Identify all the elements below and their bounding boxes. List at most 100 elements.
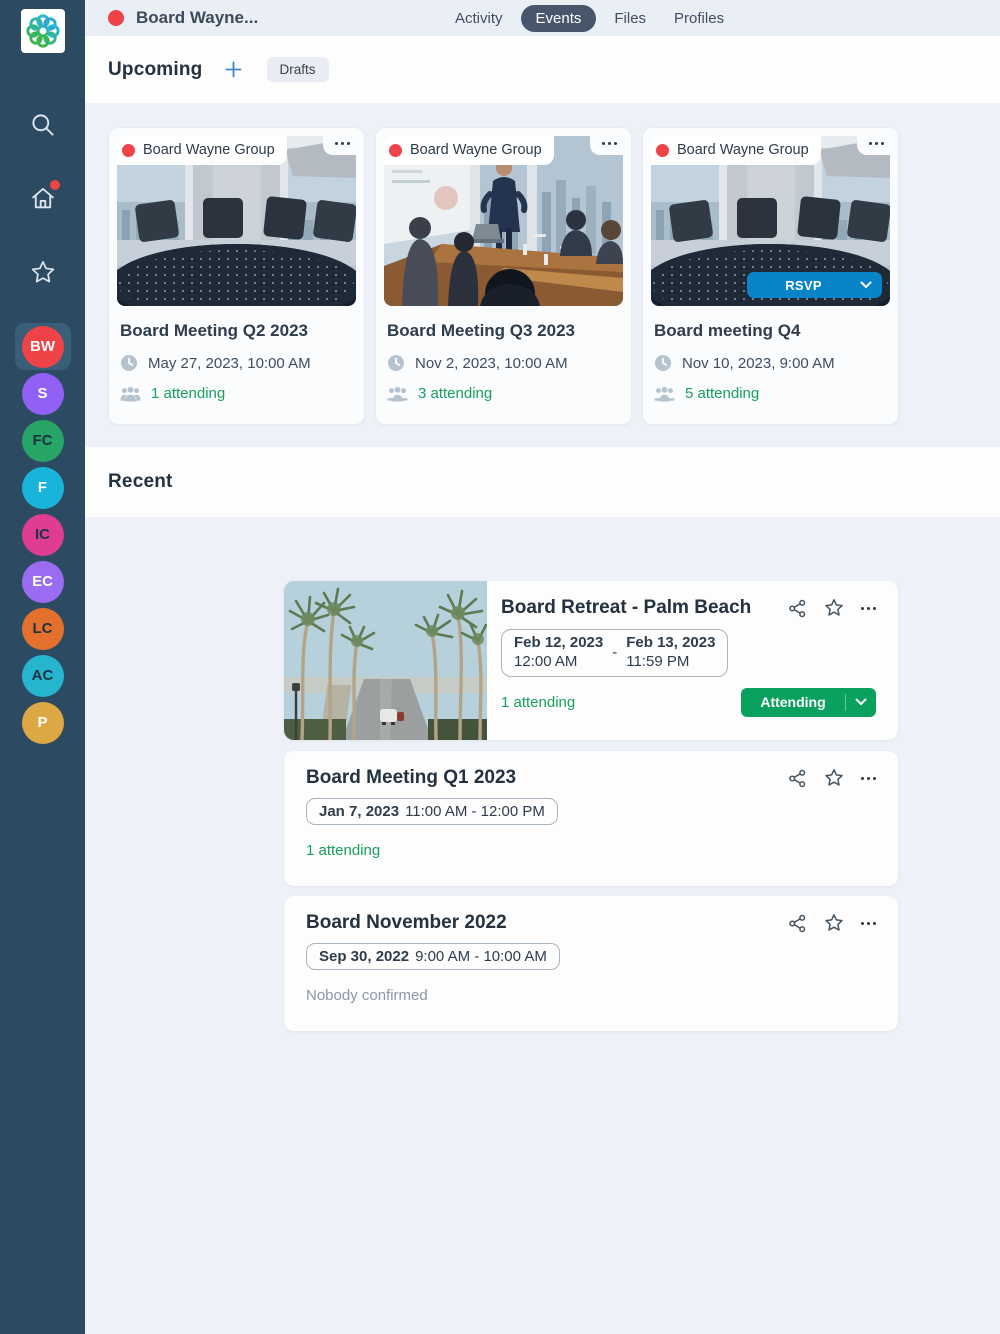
events-app: BW S FC F IC EC LC AC P Board Wayne... A… <box>0 0 1000 1334</box>
event-title: Board Meeting Q2 2023 <box>120 321 309 340</box>
knot-logo-icon <box>25 14 60 48</box>
star-icon[interactable] <box>824 913 844 933</box>
end-time: 11:59 PM <box>626 652 690 670</box>
event-time-range: 9:00 AM - 10:00 AM <box>415 948 547 965</box>
recent-event-title: Board Meeting Q1 2023 <box>306 767 517 788</box>
recent-header-row: Recent <box>85 447 1000 517</box>
tab-events[interactable]: Events <box>520 4 597 32</box>
event-datetime: Nov 10, 2023, 9:00 AM <box>682 354 835 372</box>
event-title: Board meeting Q4 <box>654 321 801 340</box>
avatar-fc[interactable]: FC <box>21 419 64 462</box>
avatar-ac[interactable]: AC <box>21 654 64 697</box>
avatar-ic[interactable]: IC <box>21 513 64 556</box>
event-card-q2-2023[interactable]: Board Wayne Group Board Meeting Q2 2023 … <box>108 127 365 425</box>
favorites-star-icon[interactable] <box>22 251 64 293</box>
rsvp-label: RSVP <box>785 277 822 293</box>
sidebar-group-ec[interactable]: EC <box>15 558 71 605</box>
group-badge: Board Wayne Group <box>384 136 554 165</box>
sidebar-group-ic[interactable]: IC <box>15 511 71 558</box>
date-pill[interactable]: Jan 7, 2023 11:00 AM - 12:00 PM <box>306 798 558 825</box>
attendance-count: 5 attending <box>685 385 760 402</box>
attendance-count: 3 attending <box>418 385 493 402</box>
event-title: Board Meeting Q3 2023 <box>387 321 576 340</box>
home-icon[interactable] <box>22 177 64 219</box>
event-image-boardroom: Board Wayne Group <box>117 136 356 306</box>
avatar-s[interactable]: S <box>21 372 64 415</box>
recent-card-november-2022[interactable]: Board November 2022 Sep 30, 2022 9:00 AM… <box>284 896 898 1031</box>
group-status-dot <box>656 143 669 157</box>
tab-files[interactable]: Files <box>604 6 656 31</box>
card-more-button[interactable] <box>857 136 890 155</box>
date-range-pill[interactable]: Feb 12, 2023 12:00 AM - Feb 13, 2023 11:… <box>501 629 729 677</box>
share-icon[interactable] <box>788 769 807 788</box>
event-time-range: 11:00 AM - 12:00 PM <box>405 803 545 820</box>
share-icon[interactable] <box>788 914 807 933</box>
sidebar-group-lc[interactable]: LC <box>15 605 71 652</box>
plus-icon <box>225 61 241 78</box>
event-datetime: Nov 2, 2023, 10:00 AM <box>415 354 568 372</box>
attendance-count: 1 attending <box>151 385 226 402</box>
chevron-down-icon <box>860 281 872 289</box>
card-more-button[interactable] <box>323 136 356 155</box>
attendance-count: Nobody confirmed <box>306 987 428 1004</box>
card-more-button[interactable] <box>590 136 623 155</box>
app-logo[interactable] <box>20 9 65 53</box>
event-date: Jan 7, 2023 <box>319 803 400 820</box>
main-area: Board Wayne... Activity Events Files Pro… <box>85 0 1000 1334</box>
more-options-icon[interactable] <box>861 776 876 780</box>
group-name: Board Wayne Group <box>677 142 809 158</box>
avatar-lc[interactable]: LC <box>21 607 64 650</box>
sidebar-group-p[interactable]: P <box>15 699 71 746</box>
add-event-button[interactable] <box>224 60 243 79</box>
end-date: Feb 13, 2023 <box>626 634 716 651</box>
group-badge: Board Wayne Group <box>117 136 287 165</box>
star-icon[interactable] <box>824 598 844 618</box>
event-date: Sep 30, 2022 <box>319 948 410 965</box>
avatar-f[interactable]: F <box>21 466 64 509</box>
tab-activity[interactable]: Activity <box>445 6 513 31</box>
chevron-down-icon <box>846 698 876 706</box>
event-card-q3-2023[interactable]: Board Wayne Group Board Meeting Q3 2023 … <box>375 127 632 425</box>
recent-card-q1-2023[interactable]: Board Meeting Q1 2023 Jan 7, 2023 11:00 … <box>284 751 898 886</box>
workspace-status-dot <box>108 10 124 26</box>
avatar-p[interactable]: P <box>21 701 64 744</box>
recent-card-retreat[interactable]: Board Retreat - Palm Beach Feb 12, 2023 … <box>284 581 898 740</box>
star-icon[interactable] <box>824 768 844 788</box>
share-icon[interactable] <box>788 599 807 618</box>
clock-icon <box>121 355 137 371</box>
sidebar-group-f[interactable]: F <box>15 464 71 511</box>
clock-icon <box>655 355 671 371</box>
avatar-ec[interactable]: EC <box>21 560 64 603</box>
home-notification-dot <box>49 180 60 190</box>
more-options-icon[interactable] <box>861 921 876 925</box>
retreat-card-body: Board Retreat - Palm Beach Feb 12, 2023 … <box>487 581 898 740</box>
more-options-icon[interactable] <box>861 606 876 610</box>
group-name: Board Wayne Group <box>143 142 275 158</box>
group-name: Board Wayne Group <box>410 142 542 158</box>
start-date: Feb 12, 2023 <box>514 634 604 651</box>
sidebar-group-bw-selected[interactable]: BW <box>14 323 71 370</box>
sidebar-group-fc[interactable]: FC <box>15 417 71 464</box>
attendance-count: 1 attending <box>501 693 576 711</box>
ellipsis-icon <box>335 142 350 145</box>
ellipsis-icon <box>869 142 884 145</box>
attendees-icon <box>120 386 141 401</box>
palm-beach-illustration <box>284 581 487 740</box>
event-image-boardroom: Board Wayne Group RSVP <box>651 136 890 306</box>
date-pill[interactable]: Sep 30, 2022 9:00 AM - 10:00 AM <box>306 943 560 970</box>
workspace-title: Board Wayne... <box>136 8 259 27</box>
ellipsis-icon <box>861 921 876 925</box>
search-icon[interactable] <box>22 103 64 145</box>
group-avatar-rail: BW S FC F IC EC LC AC P <box>14 323 71 746</box>
drafts-button[interactable]: Drafts <box>266 57 329 82</box>
event-datetime: May 27, 2023, 10:00 AM <box>148 354 311 372</box>
ellipsis-icon <box>861 606 876 610</box>
attending-dropdown-button[interactable]: Attending <box>741 687 876 717</box>
sidebar-group-ac[interactable]: AC <box>15 652 71 699</box>
range-dash: - <box>612 644 618 662</box>
rsvp-button[interactable]: RSVP <box>747 272 882 298</box>
avatar-bw[interactable]: BW <box>21 325 64 368</box>
sidebar-group-s[interactable]: S <box>15 370 71 417</box>
tab-profiles[interactable]: Profiles <box>664 6 734 31</box>
event-card-q4[interactable]: Board Wayne Group RSVP Board meeting Q4 <box>642 127 899 425</box>
